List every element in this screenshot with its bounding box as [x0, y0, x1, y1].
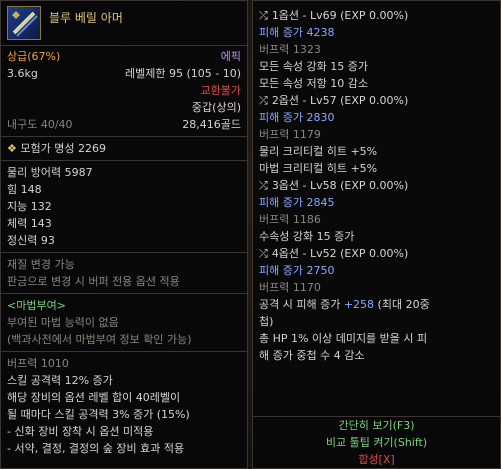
- buff-power: 버프력 1010: [7, 357, 69, 370]
- armor-type-text: 중갑(상의): [191, 101, 241, 114]
- option-4-buff: 버프력 1170: [259, 281, 321, 294]
- option-2-effect-0: 물리 크리티컬 히트 +5%: [259, 145, 378, 158]
- grade-row: 상급(67%) 에픽: [1, 48, 247, 65]
- level-limit-text: 레벨제한 95 (105 - 10): [124, 67, 241, 80]
- enchant-line2: (백과사전에서 마법부여 정보 확인 가능): [7, 333, 192, 346]
- option-3-title-text: 3옵션 - Lv58 (EXP 0.00%): [271, 179, 409, 192]
- enchant-title: <마법부여>: [7, 299, 66, 312]
- durability-row: 내구도 40/40 28,416골드: [1, 116, 247, 133]
- option-3-dmg: 피해 증가 2845: [253, 194, 500, 211]
- option-4-dmg: 피해 증가 2750: [253, 262, 500, 279]
- option-1-buff: 버프력 1323: [259, 43, 321, 56]
- weight-text: 3.6kg: [7, 67, 38, 80]
- option-1-title: ⤮ 1옵션 - Lv69 (EXP 0.00%): [253, 7, 500, 24]
- shuffle-icon: ⤮: [259, 247, 268, 260]
- item-name: 블루 베릴 아머: [49, 11, 123, 25]
- buff-line-4: - 서약, 결정, 결정의 숲 장비 효과 적용: [7, 442, 185, 455]
- item-header: 블루 베릴 아머: [1, 1, 247, 46]
- stat-spi: 정신력 93: [7, 234, 55, 247]
- item-tooltip-right: ⤮ 1옵션 - Lv69 (EXP 0.00%) 피해 증가 4238 버프력 …: [252, 0, 501, 469]
- buff-line-2: 될 때마다 스킬 공격력 3% 증가 (15%): [7, 408, 190, 421]
- option-3-effect-0: 수속성 강화 15 증가: [259, 230, 355, 243]
- option-3-dmg-text: 피해 증가 2845: [259, 196, 335, 209]
- fame-row: ❖ 모험가 명성 2269: [1, 140, 247, 157]
- trade-text: 교환불가: [200, 84, 241, 97]
- durability-text: 내구도 40/40: [7, 118, 73, 131]
- item-tooltip-left: 블루 베릴 아머 상급(67%) 에픽 3.6kg 레벨제한 95 (105 -…: [0, 0, 248, 469]
- fame-badge-icon: ❖: [7, 142, 17, 155]
- enchant-line1: 부여된 마법 능력이 없음: [7, 316, 119, 329]
- armor-type-row: 중갑(상의): [1, 99, 247, 116]
- stat-str: 힘 148: [7, 183, 42, 196]
- option-2-title: ⤮ 2옵션 - Lv57 (EXP 0.00%): [253, 92, 500, 109]
- stat-int: 지능 132: [7, 200, 52, 213]
- shuffle-icon: ⤮: [259, 9, 268, 22]
- stat-defense: 물리 방어력 5987: [7, 166, 93, 179]
- armor-icon: [7, 6, 41, 40]
- price-text: 28,416골드: [182, 118, 241, 131]
- option-2-effect-1: 마법 크리티컬 히트 +5%: [259, 162, 378, 175]
- option-3-title: ⤮ 3옵션 - Lv58 (EXP 0.00%): [253, 177, 500, 194]
- buff-line-3: - 신화 장비 장착 시 옵션 미적용: [7, 425, 154, 438]
- buff-line-1: 해당 장비의 옵션 레벨 합이 40레벨이: [7, 391, 181, 404]
- option-1-dmg: 피해 증가 4238: [253, 24, 500, 41]
- option-4-effect-3: 해 증가 중첩 수 4 감소: [259, 349, 365, 362]
- stat-vit: 체력 143: [7, 217, 52, 230]
- option-3-buff: 버프력 1186: [259, 213, 321, 226]
- option-4-effect-2: 총 HP 1% 이상 데미지를 받을 시 피: [259, 332, 428, 345]
- option-1-effect-0: 모든 속성 강화 15 증가: [259, 60, 368, 73]
- rarity-text: 에픽: [220, 50, 241, 63]
- option-4-effect-1: 첩): [259, 315, 274, 328]
- shuffle-icon: ⤮: [259, 179, 268, 192]
- fame-text: 모험가 명성 2269: [20, 142, 106, 155]
- weight-row: 3.6kg 레벨제한 95 (105 - 10): [1, 65, 247, 82]
- option-1-effect-1: 모든 속성 저항 10 감소: [259, 77, 368, 90]
- compare-tooltip-button[interactable]: 비교 툴팁 켜기(Shift): [253, 434, 500, 451]
- option-2-buff: 버프력 1179: [259, 128, 321, 141]
- simple-view-button[interactable]: 간단히 보기(F3): [253, 417, 500, 434]
- material-line2: 판금으로 변경 시 버퍼 전용 옵션 적용: [7, 275, 180, 288]
- trade-row: 교환불가: [1, 82, 247, 99]
- tooltip-actions: 간단히 보기(F3) 비교 툴팁 켜기(Shift) 합성[X]: [253, 416, 500, 468]
- grade-text: 상급(67%): [7, 50, 61, 63]
- material-line1: 재질 변경 가능: [7, 258, 75, 271]
- option-4-dmg-text: 피해 증가 2750: [259, 264, 335, 277]
- option-4-effect-0: 공격 시 피해 증가 +258 (최대 20중: [259, 298, 430, 311]
- option-2-title-text: 2옵션 - Lv57 (EXP 0.00%): [271, 94, 409, 107]
- combine-button[interactable]: 합성[X]: [253, 451, 500, 468]
- option-4-title-text: 4옵션 - Lv52 (EXP 0.00%): [271, 247, 409, 260]
- option-2-dmg-text: 피해 증가 2830: [259, 111, 335, 124]
- option-4-title: ⤮ 4옵션 - Lv52 (EXP 0.00%): [253, 245, 500, 262]
- option-1-dmg-text: 피해 증가 4238: [259, 26, 335, 39]
- buff-line-0: 스킬 공격력 12% 증가: [7, 374, 113, 387]
- shuffle-icon: ⤮: [259, 94, 268, 107]
- option-1-title-text: 1옵션 - Lv69 (EXP 0.00%): [271, 9, 409, 22]
- tooltip-overlay: 블루 베릴 아머 상급(67%) 에픽 3.6kg 레벨제한 95 (105 -…: [0, 0, 501, 469]
- option-2-dmg: 피해 증가 2830: [253, 109, 500, 126]
